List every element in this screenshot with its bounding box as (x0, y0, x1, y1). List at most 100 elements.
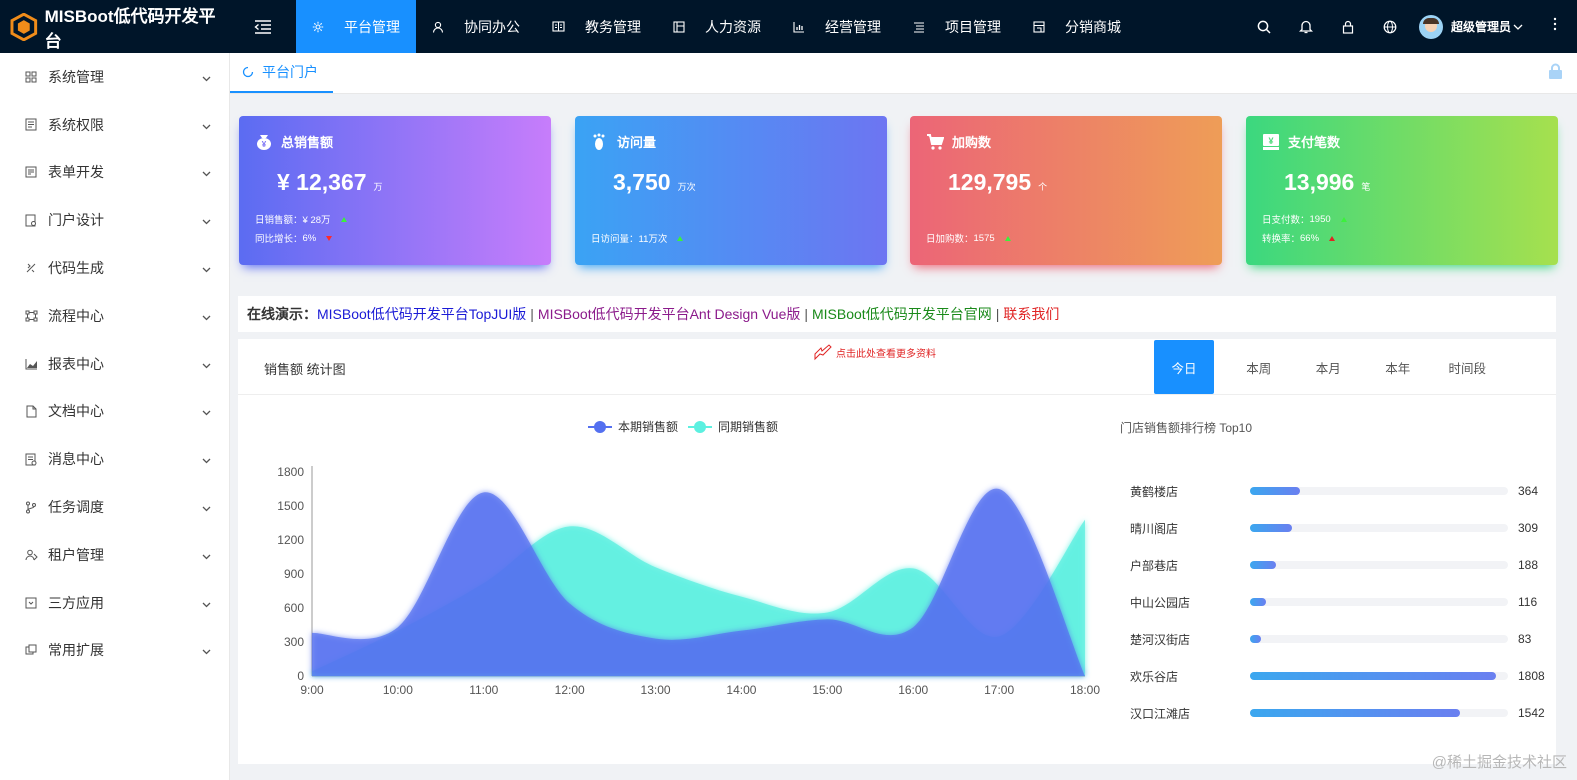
period-tab-1[interactable]: 本周 (1224, 340, 1294, 394)
link-official-site[interactable]: MISBoot低代码开发平台官网 (812, 304, 992, 324)
link-antdv[interactable]: MISBoot低代码开发平台Ant Design Vue版 (538, 304, 800, 324)
sidebar-item-label: 常用扩展 (48, 642, 104, 659)
link-topjui[interactable]: MISBoot低代码开发平台TopJUI版 (317, 304, 526, 324)
topnav-item-6[interactable]: 分销商城 (1017, 0, 1137, 53)
x-tick-label: 10:00 (383, 683, 413, 697)
sidebar-item-1[interactable]: 系统权限 (0, 101, 229, 149)
user-menu[interactable]: 超级管理员 (1418, 14, 1523, 39)
demo-links-label: 在线演示： (247, 306, 317, 322)
sidebar-item-3[interactable]: 门户设计 (0, 196, 229, 244)
loading-icon (242, 66, 254, 78)
topnav-item-label: 平台管理 (344, 18, 400, 35)
stat-card-2[interactable]: 加购数 129,795 个日加购数： 1575 (910, 116, 1222, 265)
period-tab-4[interactable]: 时间段 (1433, 340, 1503, 394)
sidebar-item-0[interactable]: 系统管理 (0, 53, 229, 101)
chevron-down-icon (1513, 24, 1523, 30)
sidebar-item-12[interactable]: 常用扩展 (0, 627, 229, 675)
ranking-bar-fill[interactable] (1250, 561, 1276, 569)
stat-card-title-row: 访问量 (591, 132, 871, 151)
grid-icon (24, 70, 38, 84)
stat-card-3[interactable]: ¥ 支付笔数 13,996 笔日支付数： 1950 转换率： 66% (1246, 116, 1558, 265)
panel-header: 销售额 统计图 点击此处查看更多资料 今日 本周 本月 本年 时间段 (238, 339, 1556, 395)
chevron-down-icon (202, 356, 211, 372)
stat-card-value: 13,996 (1284, 169, 1355, 195)
stat-card-title-row: 加购数 (926, 132, 1206, 151)
ranking-bar-fill[interactable] (1250, 487, 1300, 495)
list-icon (913, 21, 935, 33)
period-tab-3[interactable]: 本年 (1363, 340, 1433, 394)
sidebar-item-11[interactable]: 三方应用 (0, 579, 229, 627)
store-name: 汉口江滩店 (1130, 706, 1191, 721)
ranking-value: 364 (1518, 484, 1539, 498)
ranking-bar-fill[interactable] (1250, 635, 1261, 643)
chevron-down-icon (202, 212, 211, 228)
demo-links-bar: 在线演示： MISBoot低代码开发平台TopJUI版 | MISBoot低代码… (238, 296, 1556, 332)
stat-card-value-row: 3,750 万次 (591, 169, 871, 196)
sidebar-item-label: 报表中心 (48, 355, 104, 372)
form-icon (24, 165, 38, 179)
ranking-bar-fill[interactable] (1250, 672, 1496, 680)
chevron-down-icon (202, 451, 211, 467)
sub-value: 1950 (1309, 213, 1331, 225)
svg-text:¥: ¥ (262, 140, 267, 149)
link-contact-us[interactable]: 联系我们 (1003, 304, 1059, 324)
sidebar-item-6[interactable]: 报表中心 (0, 340, 229, 388)
chevron-down-icon (202, 499, 211, 515)
store-name: 户部巷店 (1130, 558, 1179, 573)
tab-platform-portal[interactable]: 平台门户 (230, 53, 333, 93)
topnav-item-2[interactable]: 教务管理 (536, 0, 657, 53)
sidebar-item-4[interactable]: 代码生成 (0, 244, 229, 292)
store-name: 中山公园店 (1130, 595, 1191, 610)
ranking-bar-track (1250, 635, 1508, 643)
language-button[interactable] (1369, 20, 1411, 34)
period-selector: 今日 本周 本月 本年 时间段 (1154, 340, 1502, 394)
trend-up-icon (677, 235, 684, 241)
stat-card-title: 访问量 (617, 135, 657, 150)
legend-item-0[interactable]: 本期销售额 (588, 419, 678, 434)
stat-card-unit: 笔 (1361, 182, 1371, 192)
stat-card-1[interactable]: 访问量 3,750 万次日访问量： 11万次 (575, 116, 887, 265)
topnav-item-1[interactable]: 协同办公 (416, 0, 536, 53)
store-name: 欢乐谷店 (1130, 669, 1179, 684)
period-tab-2[interactable]: 本月 (1294, 340, 1364, 394)
stat-card-title-row: ¥ 总销售额 (255, 132, 535, 151)
stat-card-sub: 日加购数： 1575 (926, 231, 1011, 245)
sidebar-item-8[interactable]: 消息中心 (0, 435, 229, 483)
sidebar-item-label: 表单开发 (48, 164, 104, 181)
ranking-bar-fill[interactable] (1250, 524, 1292, 532)
search-button[interactable] (1243, 20, 1285, 34)
sidebar-item-2[interactable]: 表单开发 (0, 149, 229, 197)
sidebar-item-10[interactable]: 租户管理 (0, 531, 229, 579)
stat-card-sub: 日访问量： 11万次 (591, 231, 684, 245)
chevron-down-icon (202, 403, 211, 419)
more-vertical-icon (1553, 17, 1557, 31)
topnav-item-0[interactable]: 平台管理 (296, 0, 416, 53)
pointing-hand-icon (814, 344, 832, 361)
menu-collapse-button[interactable] (230, 0, 296, 53)
ranking-bar-fill[interactable] (1250, 709, 1460, 717)
more-menu-button[interactable] (1553, 17, 1557, 36)
lock-screen-button[interactable] (1327, 20, 1369, 34)
more-info-hint[interactable]: 点击此处查看更多资料 (813, 343, 936, 361)
topnav-item-4[interactable]: 经营管理 (777, 0, 897, 53)
legend-item-1[interactable]: 同期销售额 (688, 419, 778, 434)
tab-lock-button[interactable] (1548, 63, 1563, 83)
sidebar-item-9[interactable]: 任务调度 (0, 483, 229, 531)
stat-card-0[interactable]: ¥ 总销售额 ¥ 12,367 万日销售额： ¥ 28万 同比增长： 6% (239, 116, 551, 265)
topnav-item-5[interactable]: 项目管理 (897, 0, 1017, 53)
notification-button[interactable] (1285, 19, 1327, 34)
sidebar-item-7[interactable]: 文档中心 (0, 388, 229, 436)
ranking-bar-fill[interactable] (1250, 598, 1266, 606)
sidebar-item-5[interactable]: 流程中心 (0, 292, 229, 340)
period-tab-0[interactable]: 今日 (1154, 340, 1214, 394)
app-logo[interactable]: MISBoot低代码开发平台 (0, 0, 230, 53)
topnav-item-3[interactable]: 人力资源 (657, 0, 777, 53)
sub-value: 1575 (973, 232, 995, 244)
svg-text:¥: ¥ (1268, 136, 1273, 146)
avatar (1418, 14, 1443, 39)
stat-card-value-row: 13,996 笔 (1262, 169, 1542, 196)
tab-label: 平台门户 (262, 64, 318, 80)
series-area-0[interactable] (312, 488, 1085, 676)
ranking-row: 欢乐谷店 1808 (1130, 668, 1545, 684)
stat-card-unit: 万次 (677, 182, 696, 192)
